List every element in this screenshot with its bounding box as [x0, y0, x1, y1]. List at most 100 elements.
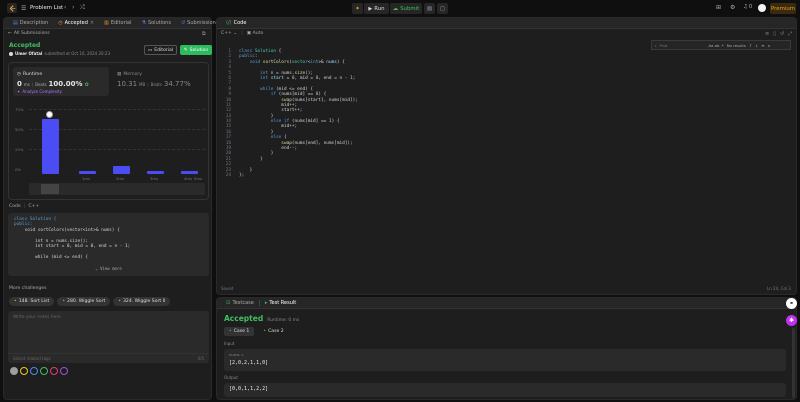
chart-bar-2ms[interactable]: [79, 171, 96, 174]
arrow-up-icon[interactable]: ↑: [749, 43, 752, 48]
challenge-chip[interactable]: • 280. Wiggle Sort: [57, 297, 111, 306]
expand-icon[interactable]: ⤢: [788, 31, 792, 37]
author-name[interactable]: Umer Ofatal: [15, 51, 42, 56]
note-color-purple[interactable]: [60, 367, 68, 375]
link-icon[interactable]: ⚭: [786, 298, 797, 309]
challenges-list: • 148. Sort List • 280. Wiggle Sort • 324. …: [9, 297, 171, 306]
chevron-right-icon[interactable]: ›: [655, 43, 657, 48]
language-select[interactable]: C++ ⌄: [221, 31, 237, 36]
chart-bar-4ms[interactable]: [147, 171, 164, 174]
logo-icon[interactable]: [7, 3, 17, 13]
chart-bar-3ms[interactable]: [113, 166, 130, 174]
note-color-blue[interactable]: [30, 367, 38, 375]
editorial-button[interactable]: ▭ Editorial: [144, 45, 177, 55]
note-color-pink[interactable]: [50, 367, 58, 375]
result-runtime: Runtime: 0 ms: [267, 318, 300, 323]
premium-button[interactable]: Premium: [770, 3, 796, 14]
code-icon: ⟨/⟩: [226, 20, 232, 26]
notes-icon[interactable]: ▤: [424, 3, 435, 14]
bookmark-icon[interactable]: ▯: [773, 31, 776, 37]
output-box: [0,0,1,1,2,2]: [224, 383, 786, 397]
arrow-down-icon[interactable]: ↓: [755, 43, 758, 48]
code-token: }: [239, 156, 263, 162]
layout-icon[interactable]: ⊞: [716, 4, 721, 11]
settings-icon[interactable]: ⚙: [730, 4, 735, 11]
bug-icon[interactable]: ✱: [786, 315, 797, 326]
range-handle[interactable]: [41, 184, 59, 194]
copy-link-icon[interactable]: ⧉: [202, 31, 206, 37]
edit-icon: ✎: [183, 47, 188, 53]
code-token: (nums[mid] ==: [291, 119, 329, 125]
prev-problem-icon[interactable]: ‹: [64, 4, 66, 11]
code-editor[interactable]: 1 class Solution {2 public: 3 void sortColo…: [221, 49, 641, 178]
format-icon[interactable]: ≡: [765, 31, 769, 37]
left-tab-row: ▤ Description ◷ Accepted × ▥ Editorial ⚗ Solu…: [4, 18, 218, 29]
result-header: Accepted Runtime: 0 ms: [224, 314, 299, 323]
next-problem-icon[interactable]: ›: [72, 4, 74, 11]
close-icon[interactable]: ×: [90, 20, 94, 26]
submitted-at: submitted at Oct 10, 2024 20:23: [44, 51, 110, 56]
input-label: Input: [224, 341, 235, 346]
challenge-chip[interactable]: • 324. Wiggle Sort II: [113, 297, 171, 306]
run-button[interactable]: ▶ Run: [364, 3, 389, 14]
notifications[interactable]: ♫ 0: [743, 4, 752, 10]
find-options[interactable]: Aa ab .*: [709, 43, 724, 48]
case-2-tab[interactable]: • Case 2: [258, 327, 288, 336]
analyze-complexity-link[interactable]: ✦ Analyze Complexity: [17, 89, 62, 94]
reset-icon[interactable]: ↺: [780, 31, 784, 37]
code-token: (nums[mid] ==: [278, 92, 316, 98]
editor-line[interactable]: 24};: [221, 173, 641, 178]
tab-code[interactable]: ⟨/⟩ Code: [221, 18, 251, 29]
avatar[interactable]: [758, 4, 766, 12]
challenge-chip[interactable]: • 148. Sort List: [9, 297, 55, 306]
note-color-yellow[interactable]: [20, 367, 28, 375]
view-more-button[interactable]: ⌄ View more: [8, 266, 209, 271]
auto-mode[interactable]: ▣ Auto: [247, 31, 263, 36]
chart-bar-1ms[interactable]: [42, 119, 59, 174]
tab-description[interactable]: ▤ Description: [8, 18, 53, 29]
code-token: swap: [281, 97, 292, 103]
runtime-box[interactable]: ◷ Runtime 0 ms | Beats 100.00% ✿ ✦ Analyze…: [13, 67, 109, 96]
whiteboard-icon[interactable]: ▢: [437, 3, 448, 14]
chart-bar-5ms[interactable]: [181, 171, 198, 174]
note-color-gray[interactable]: [10, 367, 18, 375]
selection-icon[interactable]: ≡: [761, 43, 764, 48]
note-color-green[interactable]: [40, 367, 48, 375]
code-editor-panel: ⟨/⟩ Code C++ ⌄ | ▣ Auto ≡ ▯ ↺ ⤢ › Find Aa…: [216, 17, 797, 295]
x-tick: 1ms: [82, 176, 91, 181]
chart-range-slider[interactable]: [29, 183, 205, 195]
solution-button[interactable]: ✎ Solution: [180, 45, 212, 55]
submit-button[interactable]: ☁ Submit: [390, 3, 422, 14]
tab-solutions[interactable]: ⚗ Solutions: [136, 18, 175, 29]
editor-toolbar: C++ ⌄ | ▣ Auto: [221, 31, 264, 36]
your-submission-marker[interactable]: [46, 111, 53, 118]
runtime-beats: 100.00%: [48, 80, 83, 88]
tab-test-result[interactable]: ▸ Test Result: [260, 298, 301, 309]
tab-testcase[interactable]: ☑ Testcase: [221, 298, 259, 309]
y-tick-25: 25%: [15, 147, 24, 152]
code-token: start: [270, 75, 284, 81]
terminal-icon: ▸: [264, 300, 268, 306]
problem-list-link[interactable]: Problem List: [30, 5, 63, 11]
code-token: ();: [305, 70, 314, 76]
code-token: , end = n -: [318, 75, 351, 81]
tags-selector[interactable]: Select related tags: [13, 356, 51, 361]
case-1-tab[interactable]: • Case 1: [224, 327, 255, 336]
problem-list-icon[interactable]: ☰: [21, 5, 26, 12]
back-to-submissions[interactable]: ← All Submissions: [8, 31, 50, 36]
find-input[interactable]: Find: [660, 43, 706, 48]
shuffle-icon[interactable]: ⤮: [80, 4, 85, 12]
note-color-picker: [10, 367, 70, 375]
tab-accepted[interactable]: ◷ Accepted ×: [53, 18, 99, 29]
accepted-icon: ◷: [58, 20, 63, 26]
memory-box[interactable]: ▦ Memory 10.31 MB | Beats 34.77%: [113, 67, 206, 96]
author-avatar: [9, 51, 13, 56]
tab-editorial[interactable]: ▥ Editorial: [99, 18, 136, 29]
stats-card: ◷ Runtime 0 ms | Beats 100.00% ✿ ✦ Analyze…: [8, 62, 209, 200]
debug-icon[interactable]: ✦: [352, 3, 363, 14]
result-scrollbar[interactable]: [792, 328, 795, 398]
close-icon[interactable]: ×: [767, 43, 770, 48]
checkbox-icon: ☑: [226, 300, 231, 306]
